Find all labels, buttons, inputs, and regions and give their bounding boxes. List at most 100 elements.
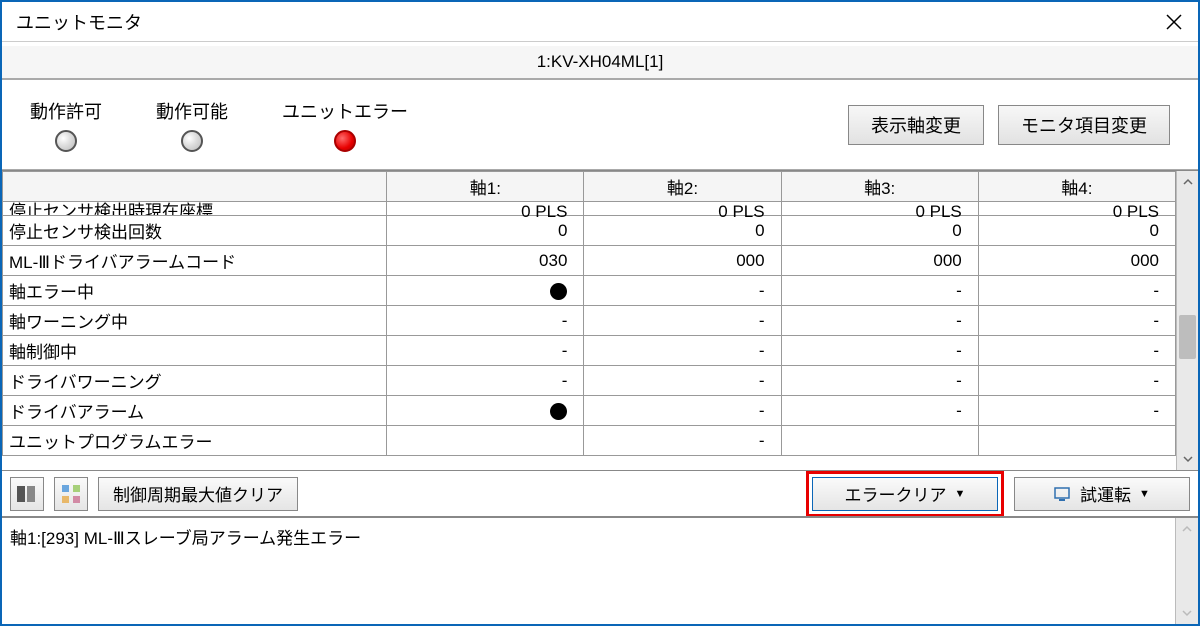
col-header-axis1[interactable]: 軸1: [387,172,584,202]
row-label: 停止センサ検出回数 [3,216,387,246]
test-run-button[interactable]: 試運転 ▼ [1014,477,1190,511]
cell-value: - [978,366,1175,396]
error-clear-highlight: エラークリア ▼ [806,471,1004,517]
device-subheader: 1:KV-XH04ML[1] [2,46,1198,80]
control-cycle-clear-button[interactable]: 制御周期最大値クリア [98,477,298,511]
close-icon[interactable] [1158,6,1190,38]
row-label: ドライバアラーム [3,396,387,426]
table-header-row: 軸1: 軸2: 軸3: 軸4: [3,172,1176,202]
row-label: ML-Ⅲドライバアラームコード [3,246,387,276]
table-row[interactable]: 軸ワーニング中---- [3,306,1176,336]
status-label: 動作可能 [156,98,228,124]
col-header-axis4[interactable]: 軸4: [978,172,1175,202]
rack-unit-icon [15,482,39,506]
cell-value: - [584,426,781,456]
cell-value: - [387,336,584,366]
status-dot-icon [550,283,567,300]
scroll-up-icon[interactable] [1177,171,1198,193]
status-message-area: 軸1:[293] ML-Ⅲスレーブ局アラーム発生エラー [2,516,1198,624]
scroll-down-icon[interactable] [1176,602,1198,624]
unit-monitor-window: ユニットモニタ 1:KV-XH04ML[1] 動作許可 動作可能 ユニットエラー… [0,0,1200,626]
status-message-text: 軸1:[293] ML-Ⅲスレーブ局アラーム発生エラー [2,518,1176,624]
col-header-axis2[interactable]: 軸2: [584,172,781,202]
cell-value: - [387,306,584,336]
cell-value: - [387,366,584,396]
scrollbar-track[interactable] [1177,193,1198,448]
cell-value: - [781,396,978,426]
cell-value: 0 PLS [978,202,1175,216]
status-scrollbar[interactable] [1176,518,1198,624]
table-row[interactable]: 停止センサ検出時現在座標0 PLS0 PLS0 PLS0 PLS [3,202,1176,216]
toolbar: 動作許可 動作可能 ユニットエラー 表示軸変更 モニタ項目変更 [2,80,1198,170]
device-id-label: 1:KV-XH04ML[1] [537,52,664,72]
cell-value: - [781,276,978,306]
cell-value: 0 PLS [781,202,978,216]
table-row[interactable]: ドライバワーニング---- [3,366,1176,396]
cell-value: - [978,306,1175,336]
col-header[interactable] [3,172,387,202]
cell-value [387,276,584,306]
row-label: 停止センサ検出時現在座標 [3,202,387,216]
table-row[interactable]: 停止センサ検出回数0000 [3,216,1176,246]
monitor-table-area: 軸1: 軸2: 軸3: 軸4: 停止センサ検出時現在座標0 PLS0 PLS0 … [2,170,1198,470]
cell-value: 030 [387,246,584,276]
table-row[interactable]: 軸制御中---- [3,336,1176,366]
status-indicator-off-icon [181,130,203,152]
status-unit-error: ユニットエラー [282,98,408,152]
scrollbar-thumb[interactable] [1179,315,1196,359]
monitor-item-change-button[interactable]: モニタ項目変更 [998,105,1170,145]
cell-value: 000 [978,246,1175,276]
table-row[interactable]: ML-Ⅲドライバアラームコード030000000000 [3,246,1176,276]
cell-value: - [584,336,781,366]
scroll-down-icon[interactable] [1177,448,1198,470]
row-label: ドライバワーニング [3,366,387,396]
titlebar: ユニットモニタ [2,2,1198,42]
row-label: 軸エラー中 [3,276,387,306]
status-indicator-off-icon [55,130,77,152]
cell-value: - [978,396,1175,426]
btn-label: 制御周期最大値クリア [113,481,283,506]
cell-value: 000 [584,246,781,276]
cell-value: - [584,366,781,396]
btn-label: エラークリア [845,481,947,506]
diagram-icon [59,482,83,506]
cell-value: - [584,276,781,306]
scroll-up-icon[interactable] [1176,518,1198,540]
monitor-table: 軸1: 軸2: 軸3: 軸4: 停止センサ検出時現在座標0 PLS0 PLS0 … [2,171,1176,456]
cell-value: 000 [781,246,978,276]
error-clear-button[interactable]: エラークリア ▼ [812,477,998,511]
status-group: 動作許可 動作可能 ユニットエラー [30,98,408,152]
btn-label: 試運転 [1080,481,1131,506]
cell-value: 0 PLS [387,202,584,216]
status-operation-permit: 動作許可 [30,98,102,152]
cell-value: 0 PLS [584,202,781,216]
cell-value: - [781,306,978,336]
cell-value: - [584,396,781,426]
window-title: ユニットモニタ [10,9,142,35]
table-row[interactable]: ドライバアラーム--- [3,396,1176,426]
table-row[interactable]: 軸エラー中--- [3,276,1176,306]
chevron-down-icon: ▼ [1139,488,1150,500]
cell-value [387,396,584,426]
status-indicator-on-icon [334,130,356,152]
unit-icon-button[interactable] [10,477,44,511]
table-row[interactable]: ユニットプログラムエラー- [3,426,1176,456]
table-scroll: 軸1: 軸2: 軸3: 軸4: 停止センサ検出時現在座標0 PLS0 PLS0 … [2,171,1176,470]
table-scrollbar[interactable] [1176,171,1198,470]
status-dot-icon [550,403,567,420]
cell-value [978,426,1175,456]
cell-value: - [978,276,1175,306]
cell-value: - [978,336,1175,366]
status-label: 動作許可 [30,98,102,124]
display-axis-change-button[interactable]: 表示軸変更 [848,105,984,145]
col-header-axis3[interactable]: 軸3: [781,172,978,202]
cell-value [387,426,584,456]
diagram-icon-button[interactable] [54,477,88,511]
row-label: 軸ワーニング中 [3,306,387,336]
cell-value: - [781,336,978,366]
chevron-down-icon: ▼ [955,488,966,500]
cell-value [781,426,978,456]
monitor-icon [1054,485,1072,503]
status-operation-ready: 動作可能 [156,98,228,152]
row-label: 軸制御中 [3,336,387,366]
